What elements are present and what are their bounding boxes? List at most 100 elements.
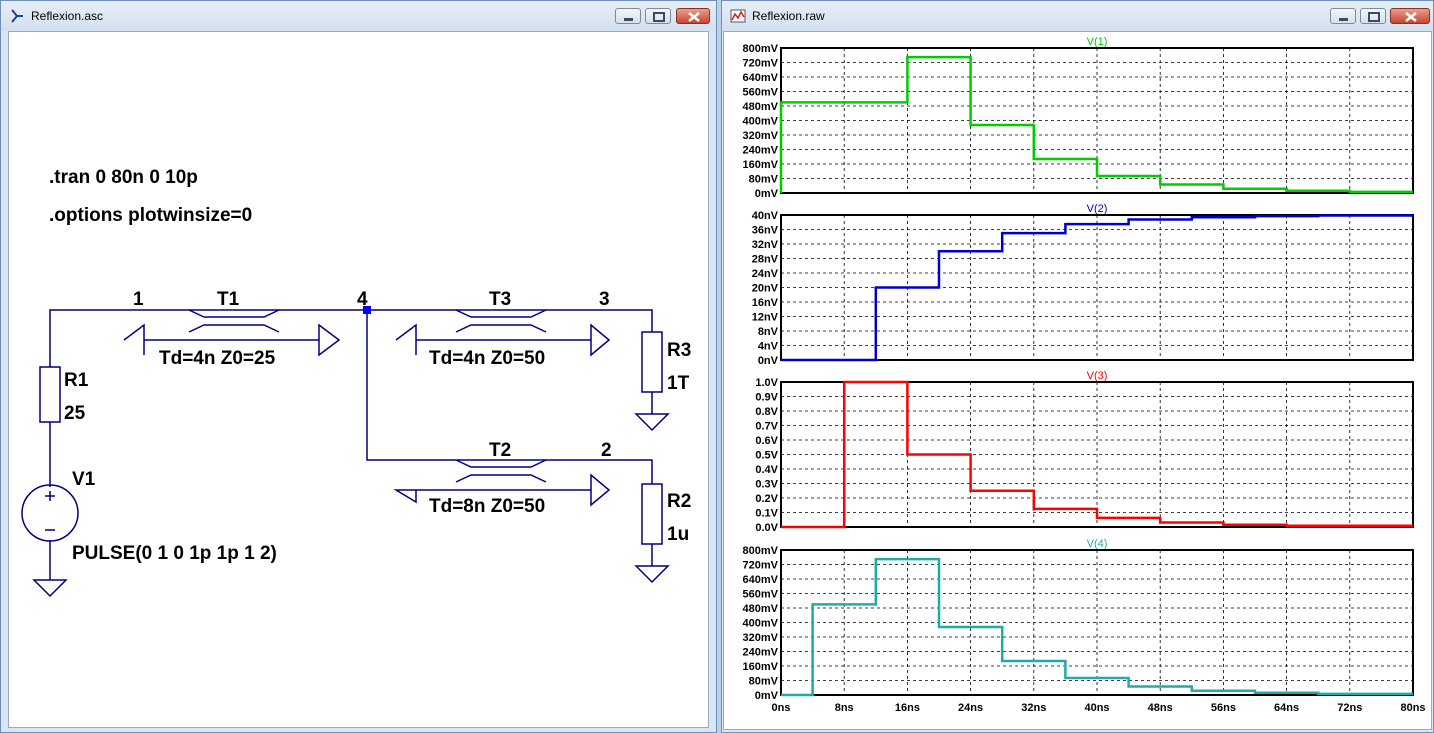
- y-tick-label: 400mV: [743, 618, 779, 630]
- y-tick-label: 320mV: [743, 632, 779, 644]
- trace-label[interactable]: V(3): [1087, 370, 1108, 382]
- y-tick-label: 80mV: [749, 174, 779, 186]
- x-tick-label: 24ns: [958, 702, 983, 714]
- resistor-r2[interactable]: [641, 483, 663, 545]
- schematic-drawing[interactable]: .tran 0 80n 0 10p .options plotwinsize=0…: [9, 32, 709, 728]
- schematic-window-title: Reflexion.asc: [31, 9, 104, 23]
- node-label-2: 2: [601, 440, 612, 461]
- y-tick-label: 80mV: [749, 676, 779, 688]
- y-tick-label: 160mV: [743, 661, 779, 673]
- close-icon: [688, 12, 700, 22]
- y-tick-label: 0mV: [755, 188, 779, 200]
- y-tick-label: 0.7V: [755, 421, 778, 433]
- y-tick-label: 12nV: [752, 312, 779, 324]
- y-tick-label: 28nV: [752, 254, 779, 266]
- r2-value: 1u: [667, 524, 689, 545]
- schematic-canvas[interactable]: .tran 0 80n 0 10p .options plotwinsize=0…: [8, 31, 709, 728]
- y-tick-label: 0.3V: [755, 479, 778, 491]
- close-icon: [1405, 12, 1417, 22]
- options-directive[interactable]: .options plotwinsize=0: [49, 205, 252, 226]
- waveform-viewer-icon: [730, 9, 746, 23]
- v1-name: V1: [72, 469, 96, 490]
- t2-name: T2: [489, 440, 511, 461]
- y-tick-label: 0.0V: [755, 522, 778, 534]
- minimize-icon: [624, 18, 633, 21]
- y-tick-label: 40nV: [752, 210, 779, 222]
- r3-value: 1T: [667, 373, 690, 394]
- maximize-icon: [653, 12, 665, 22]
- y-tick-label: 20nV: [752, 283, 779, 295]
- plot-pane-3[interactable]: V(3) 1.0V 0.9V 0.8V 0.7V 0.6V 0.5V 0.4V 0.3V 0.2V…: [755, 370, 1414, 534]
- y-tick-label: 0.6V: [755, 435, 778, 447]
- t3-params: Td=4n Z0=50: [429, 348, 545, 369]
- schematic-titlebar[interactable]: Reflexion.asc: [1, 1, 716, 31]
- t3-name: T3: [489, 289, 511, 310]
- y-tick-label: 32nV: [752, 239, 779, 251]
- y-tick-label: 0.9V: [755, 392, 778, 404]
- close-button[interactable]: [676, 8, 710, 24]
- node-label-3: 3: [599, 289, 610, 310]
- waveform-window[interactable]: Reflexion.raw V(1) 800mV 720mV 640mV 560mV 48…: [721, 0, 1434, 733]
- r1-value: 25: [64, 403, 86, 424]
- minimize-button[interactable]: [615, 8, 641, 24]
- x-tick-label: 16ns: [895, 702, 920, 714]
- y-tick-label: 0.4V: [755, 464, 778, 476]
- plot-pane-1[interactable]: V(1) 800mV 720mV 640mV 560mV 480mV 400mV 320mV 2…: [743, 36, 1414, 200]
- voltage-source-v1[interactable]: [21, 484, 79, 542]
- node-label-1: 1: [133, 289, 144, 310]
- plot-pane-2[interactable]: V(2) 40nV 36nV 32nV 28nV 24nV 20nV 16nV 12nV 8nV 4…: [752, 203, 1414, 367]
- x-tick-label: 64ns: [1274, 702, 1299, 714]
- t1-params: Td=4n Z0=25: [159, 348, 276, 369]
- minimize-button[interactable]: [1330, 8, 1356, 24]
- minimize-icon: [1339, 18, 1348, 21]
- plot-pane-4[interactable]: V(4) 800mV 720mV 640mV 560mV 480mV 400mV 320mV 2…: [743, 538, 1414, 702]
- y-tick-label: 800mV: [743, 545, 779, 557]
- y-tick-label: 0nV: [758, 355, 779, 367]
- y-tick-label: 8nV: [758, 326, 779, 338]
- y-tick-label: 160mV: [743, 159, 779, 171]
- y-tick-label: 560mV: [743, 87, 779, 99]
- x-tick-label: 8ns: [835, 702, 854, 714]
- y-tick-label: 240mV: [743, 647, 779, 659]
- y-tick-label: 0.2V: [755, 493, 778, 505]
- y-tick-label: 0mV: [755, 690, 779, 702]
- y-tick-label: 720mV: [743, 560, 779, 572]
- y-tick-label: 240mV: [743, 145, 779, 157]
- schematic-window[interactable]: Reflexion.asc .tran 0 80n 0 10p .options…: [0, 0, 717, 733]
- waveform-titlebar[interactable]: Reflexion.raw: [722, 1, 1433, 31]
- y-tick-label: 640mV: [743, 574, 779, 586]
- resistor-r1[interactable]: [39, 366, 61, 423]
- maximize-button[interactable]: [645, 8, 671, 24]
- v1-value: PULSE(0 1 0 1p 1p 1 2): [72, 543, 277, 564]
- wire-node3: [367, 309, 653, 332]
- wires: [49, 309, 653, 580]
- x-tick-label: 56ns: [1211, 702, 1236, 714]
- trace-label[interactable]: V(1): [1087, 36, 1108, 48]
- trace-label[interactable]: V(2): [1087, 203, 1108, 215]
- resistor-r3[interactable]: [641, 331, 663, 393]
- tran-directive[interactable]: .tran 0 80n 0 10p: [49, 167, 198, 188]
- waveform-plot-area[interactable]: V(1) 800mV 720mV 640mV 560mV 480mV 400mV 320mV 2…: [723, 31, 1432, 730]
- close-button[interactable]: [1390, 8, 1430, 24]
- y-tick-label: 4nV: [758, 341, 779, 353]
- x-tick-label: 0ns: [772, 702, 791, 714]
- x-tick-label: 32ns: [1021, 702, 1046, 714]
- ltspice-schematic-icon: [11, 9, 23, 23]
- y-tick-label: 24nV: [752, 268, 779, 280]
- y-tick-label: 16nV: [752, 297, 779, 309]
- restore-button[interactable]: [1360, 8, 1386, 24]
- y-tick-label: 720mV: [743, 58, 779, 70]
- y-tick-label: 560mV: [743, 589, 779, 601]
- r1-name: R1: [64, 370, 89, 391]
- waveform-plots[interactable]: V(1) 800mV 720mV 640mV 560mV 480mV 400mV 320mV 2…: [724, 32, 1432, 730]
- trace-label[interactable]: V(4): [1087, 538, 1108, 550]
- restore-icon: [1368, 12, 1380, 22]
- y-tick-label: 0.1V: [755, 508, 778, 520]
- ground-icon: [32, 579, 68, 598]
- x-tick-label: 80ns: [1400, 702, 1425, 714]
- y-tick-label: 400mV: [743, 116, 779, 128]
- ground-icon: [634, 565, 670, 584]
- y-tick-label: 36nV: [752, 225, 779, 237]
- x-tick-label: 48ns: [1148, 702, 1173, 714]
- y-tick-label: 320mV: [743, 130, 779, 142]
